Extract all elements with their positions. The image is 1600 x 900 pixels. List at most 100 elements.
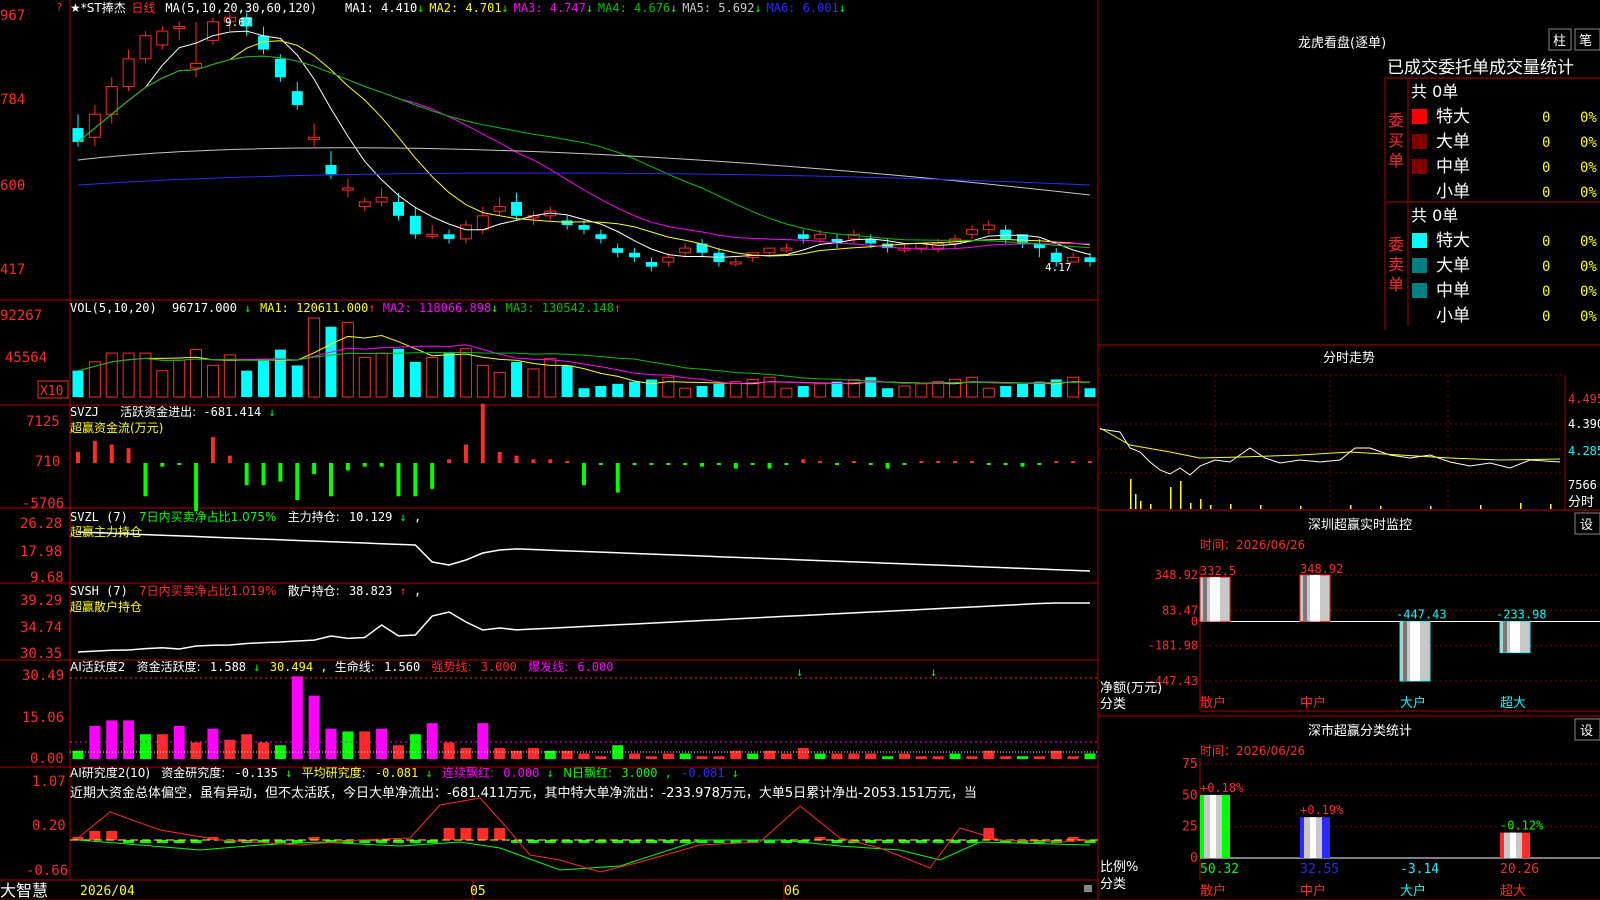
svzl-panel[interactable]: 26.28 17.98 9.68 SVZL (7) 7日内买卖净占比1.075%…	[20, 509, 1091, 586]
ai-research-panel[interactable]: 1.07 0.20 -0.66 AI研究度2(10) 资金研究度: -0.135…	[26, 765, 1098, 879]
sz-monitor-category: 超大	[1500, 696, 1526, 711]
ai-activity-bar	[696, 756, 708, 759]
intraday-volume-bar	[1350, 505, 1352, 509]
svzj-bar	[194, 463, 199, 512]
ai-activity-bar	[72, 750, 84, 759]
intraday-ylabel-2: 4.390	[1568, 417, 1600, 431]
svzj-bar	[649, 463, 654, 465]
candle-body	[426, 233, 439, 237]
ai-activity-bar	[156, 734, 168, 759]
ai1-ytick-1: 30.49	[22, 668, 64, 684]
vol-legend-label: VOL(5,10,20)	[70, 301, 157, 315]
ai-activity-bar	[949, 753, 961, 759]
sz-class-time: 时间：2026/06/26	[1200, 744, 1305, 758]
stock-name: ★*ST捧杰	[70, 1, 126, 15]
volume-bar	[258, 360, 270, 397]
ai2-a3: ↓	[547, 766, 554, 780]
ma-params: MA(5,10,20,30,60,120)	[165, 1, 317, 15]
xaxis-label-jun: 06	[784, 884, 800, 899]
ai-activity-bar	[865, 753, 877, 759]
ai-activity-bar	[966, 756, 978, 759]
ma-line-20	[77, 55, 1091, 250]
table-row-label: 特大	[1436, 107, 1470, 127]
ai2-a4: ,	[665, 766, 672, 780]
volume-panel[interactable]: 92267 45564 X10 VOL(5,10,20) 96717.000 ↓…	[0, 301, 1096, 399]
sz-class-ytick: 25	[1182, 820, 1198, 835]
svsh-ytick-3: 30.35	[20, 646, 62, 662]
ai-activity-bar	[645, 756, 657, 759]
ai-activity-bar	[376, 728, 388, 759]
volume-bar	[527, 368, 540, 398]
table-row-value: 0	[1542, 234, 1550, 250]
lock-icon[interactable]	[1084, 885, 1092, 892]
volume-bar	[274, 349, 286, 397]
svzj-bar	[936, 461, 941, 463]
sz-class-bar-change: +0.18%	[1200, 781, 1244, 795]
right-panel[interactable]: 龙虎看盘(逐单) 柱 笔 已成交委托单成交量统计 委买单共 0单特大 0 0%大单 0…	[1099, 28, 1600, 899]
vol-legend-arrow: ↓	[244, 301, 251, 315]
svzj-bar	[295, 463, 300, 500]
chart-canvas[interactable]: 967 784 600 417 ? ★*ST捧杰 日线 MA(5,10,20,3…	[0, 0, 1600, 900]
volume-bar	[241, 370, 253, 397]
ai1-ytick-3: 0.00	[30, 751, 64, 767]
corner-question-mark[interactable]: ?	[56, 1, 63, 14]
svzj-bar	[818, 461, 823, 463]
volume-bar	[882, 388, 894, 397]
svzj-ytick-3: -5706	[22, 496, 64, 512]
candle-body	[1000, 229, 1012, 239]
svzj-ytick-2: 710	[35, 454, 60, 470]
ai2-t2: 平均研究度:	[302, 765, 366, 780]
ai-activity-bar	[1017, 756, 1029, 759]
volume-bar	[814, 383, 827, 398]
volume-bar	[780, 387, 793, 398]
ai2-a5: ↓	[732, 766, 739, 780]
sz-monitor-category: 中户	[1300, 695, 1326, 711]
intraday-chart[interactable]: 4.495 4.390 4.285 7566 分时	[1099, 374, 1600, 510]
ma-legend-item-4: MA4: 4.676↓	[598, 1, 677, 15]
sz-class-title: 深市超赢分类统计	[1308, 723, 1412, 739]
ai-activity-bar	[780, 753, 792, 759]
svzj-bar	[716, 463, 721, 465]
ma-line-30	[77, 55, 1091, 249]
sz-monitor-bar-highlight	[1210, 577, 1220, 622]
ai-activity-bar	[308, 695, 320, 759]
volume-bar	[206, 364, 219, 398]
price-panel[interactable]: 967 784 600 417 ? ★*ST捧杰 日线 MA(5,10,20,3…	[0, 1, 1096, 278]
svsh-sub: 超赢散户持仓	[70, 599, 142, 614]
sz-class-bar-value: -3.14	[1400, 862, 1439, 877]
svzj-bar	[261, 463, 266, 486]
ai2-v2: -0.081	[375, 766, 418, 780]
ai2-v3: 0.000	[503, 766, 539, 780]
svzj-bar	[76, 451, 80, 463]
ai1-legend: AI活跃度2 资金活跃度: 1.588 ↓ 30.494 , 生命线: 1.56…	[70, 659, 613, 674]
ai1-label: AI活跃度2	[70, 659, 125, 674]
svzj-bar	[666, 463, 671, 465]
svzl-comma: ,	[414, 510, 421, 524]
intraday-volume-bar	[1140, 501, 1142, 509]
ma-legend-item-5: MA5: 5.692↓	[682, 1, 761, 15]
ai-research-line-2	[77, 839, 1091, 871]
svzj-bar	[430, 463, 435, 489]
svzj-text: 活跃资金进出:	[120, 404, 196, 419]
intraday-ylabel-3: 4.285	[1568, 444, 1600, 458]
volume-bar	[223, 354, 236, 398]
ai-activity-bar	[342, 731, 354, 759]
sz-monitor-ytick: 348.92	[1155, 568, 1198, 582]
svzj-bar	[953, 461, 958, 463]
ai-activity-bar	[831, 753, 843, 759]
ai-activity-panel[interactable]: 30.49 15.06 0.00 AI活跃度2 资金活跃度: 1.588 ↓ 3…	[22, 659, 1098, 767]
table-row-value: 0	[1542, 309, 1550, 325]
table-color-swatch	[1412, 233, 1427, 248]
table-total: 共 0单	[1411, 82, 1458, 101]
sz-class-category: 中户	[1300, 883, 1326, 899]
sz-class-bar-value: 50.32	[1200, 862, 1239, 877]
candle-body	[443, 234, 455, 239]
intraday-vol-unit: 分时	[1568, 495, 1594, 510]
svsh-panel[interactable]: 39.29 34.74 30.35 SVSH (7) 7日内买卖净占比1.019…	[20, 583, 1090, 662]
sz-monitor-bar-highlight	[1310, 575, 1320, 622]
candle-body	[729, 261, 742, 265]
svzj-panel[interactable]: 7125 710 -5706 SVZJ 活跃资金进出: -681.414 ↓ 超…	[22, 403, 1092, 512]
sz-class-category: 大户	[1400, 883, 1426, 899]
ma-legend-item-2: MA2: 4.701↓	[429, 1, 508, 15]
ai-activity-bar	[898, 753, 910, 759]
